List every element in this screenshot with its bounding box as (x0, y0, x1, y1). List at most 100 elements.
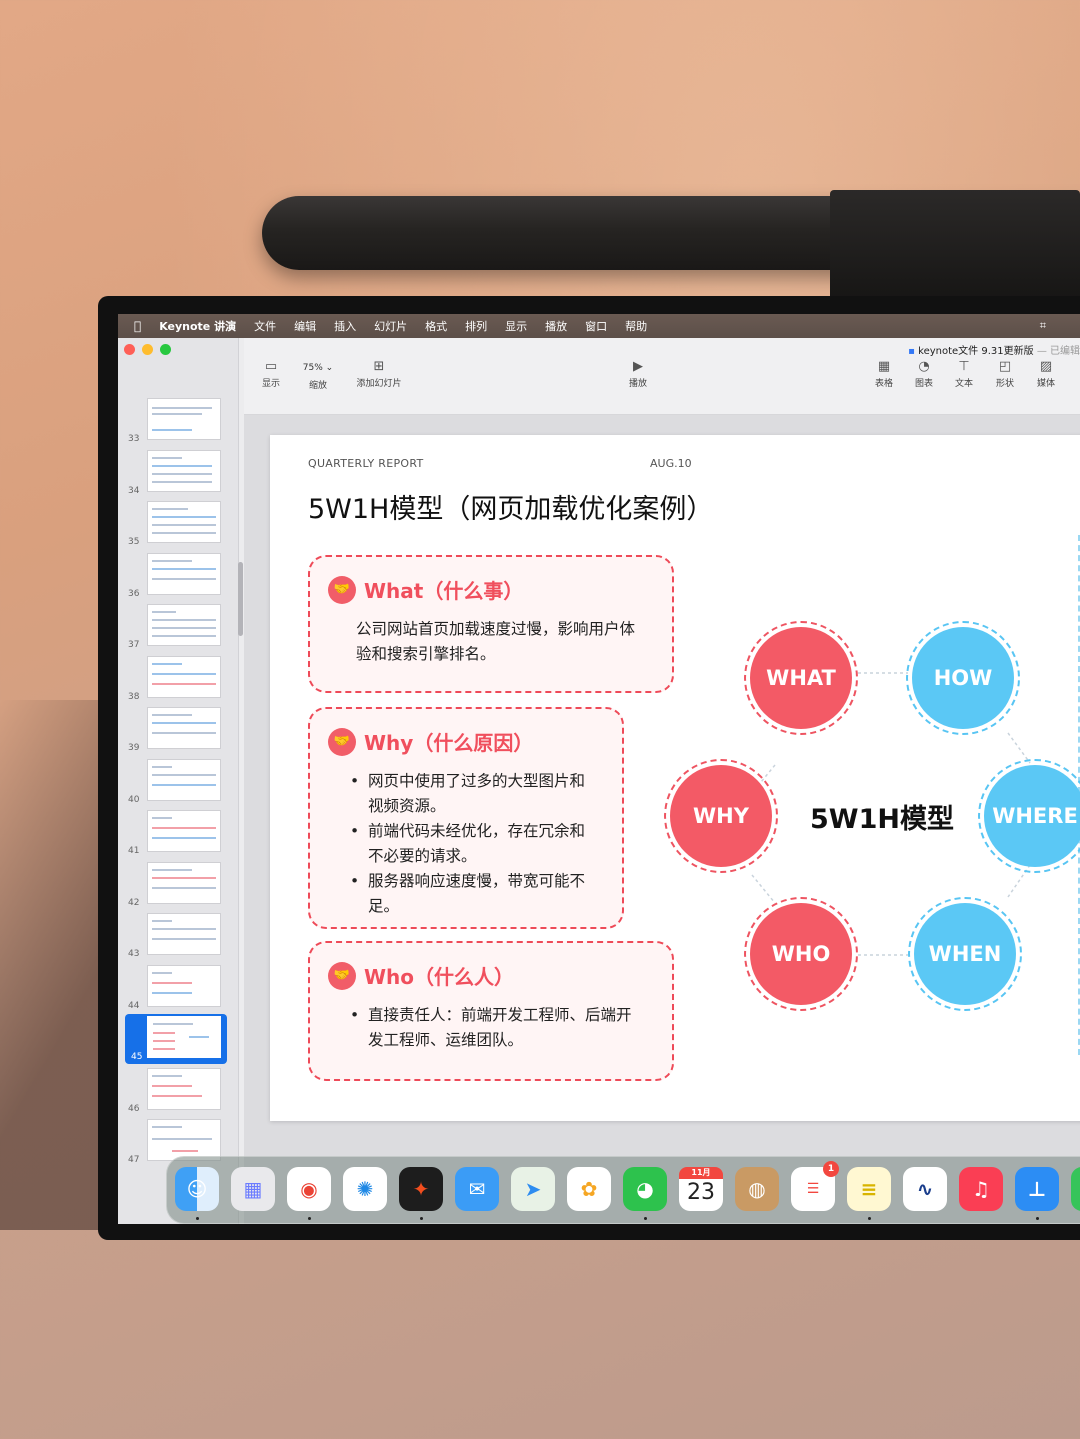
sidebar-icon: ▭ (264, 359, 278, 374)
zoom-select[interactable]: 75% ⌄ (296, 360, 340, 376)
calendar-icon[interactable]: 11月 23 (679, 1167, 723, 1211)
slide-thumb-44[interactable]: 44 (118, 963, 238, 1013)
shape-button[interactable]: ◰ 形状 (985, 358, 1025, 389)
slide-thumb-45[interactable]: 45 (125, 1014, 227, 1064)
reminders-icon[interactable]: ☰ 1 (791, 1161, 839, 1211)
slide-thumb-39[interactable]: 39 (118, 705, 238, 755)
menu-file[interactable]: 文件 (254, 318, 276, 334)
document-title: ▪ keynote文件 9.31更新版 — 已编辑 (908, 342, 1080, 357)
slide-thumbnail (147, 450, 221, 492)
menu-app-name[interactable]: Keynote 讲演 (159, 318, 236, 334)
figma-status-icon[interactable]: ⌗ (1040, 319, 1046, 333)
slide-number: 47 (128, 1155, 140, 1165)
slide-thumb-41[interactable]: 41 (118, 808, 238, 858)
minimize-window-button[interactable] (142, 344, 153, 355)
photos-icon[interactable]: ✿ (567, 1167, 611, 1211)
who-node: WHO (750, 903, 852, 1005)
running-indicator (868, 1217, 871, 1220)
chart-button[interactable]: ◔ 图表 (904, 358, 944, 389)
when-node: WHEN (914, 903, 1016, 1005)
slide-thumb-46[interactable]: 46 (118, 1066, 238, 1116)
document-status: — 已编辑 (1036, 346, 1080, 357)
view-button[interactable]: ▭ 显示 (254, 358, 288, 389)
contacts-icon[interactable]: ◍ (735, 1167, 779, 1211)
finder-icon[interactable]: ☺ (175, 1167, 219, 1211)
menu-edit[interactable]: 编辑 (294, 318, 316, 334)
slide-thumb-35[interactable]: 35 (118, 499, 238, 549)
freeform-icon[interactable]: ∿ (903, 1167, 947, 1211)
slide-thumbnail (147, 913, 221, 955)
table-label: 表格 (874, 379, 893, 389)
why-node: WHY (670, 765, 772, 867)
zoom-label: 缩放 (308, 381, 327, 391)
wechat-icon[interactable]: ◕ (623, 1167, 667, 1211)
slide-thumbnail (147, 1068, 221, 1110)
menu-help[interactable]: 帮助 (625, 318, 647, 334)
menu-arrange[interactable]: 排列 (465, 318, 487, 334)
keynote-icon[interactable]: ⊥ (1015, 1167, 1059, 1211)
current-slide[interactable]: QUARTERLY REPORT AUG.10 5W1H模型（网页加载优化案例）… (270, 435, 1080, 1121)
slide-number: 37 (128, 640, 140, 650)
slide-thumb-43[interactable]: 43 (118, 911, 238, 961)
add-slide-label: 添加幻灯片 (356, 379, 402, 389)
text-button[interactable]: ⊤ 文本 (944, 358, 984, 389)
chrome-icon[interactable]: ◉ (287, 1167, 331, 1211)
slide-thumb-37[interactable]: 37 (118, 602, 238, 652)
close-window-button[interactable] (124, 344, 135, 355)
document-name: keynote文件 9.31更新版 (918, 346, 1034, 357)
music-icon[interactable]: ♫ (959, 1167, 1003, 1211)
running-indicator (196, 1217, 199, 1220)
media-icon: ▨ (1039, 359, 1053, 374)
apple-icon[interactable]:  (134, 319, 141, 333)
menu-format[interactable]: 格式 (425, 318, 447, 334)
slide-thumb-33[interactable]: 33 (118, 396, 238, 446)
how-node: HOW (912, 627, 1014, 729)
document-icon: ▪ (908, 346, 915, 357)
menu-view[interactable]: 显示 (505, 318, 527, 334)
slide-number: 40 (128, 795, 140, 805)
launchpad-icon[interactable]: ▦ (231, 1167, 275, 1211)
slide-number: 45 (131, 1052, 143, 1062)
notes-icon[interactable]: ≡ (847, 1167, 891, 1211)
media-label: 媒体 (1036, 379, 1055, 389)
what-node: WHAT (750, 627, 852, 729)
toolbar: ▭ 显示 75% ⌄ 缩放 ⊞ 添加幻灯片 ▶ 播放 ▪ keynote文件 9… (244, 338, 1080, 415)
play-button[interactable]: ▶ 播放 (620, 358, 656, 389)
slide-number: 33 (128, 434, 140, 444)
media-button[interactable]: ▨ 媒体 (1026, 358, 1066, 389)
slide-thumb-36[interactable]: 36 (118, 551, 238, 601)
slide-navigator: 33 34 35 36 37 38 39 40 41 42 43 44 45 4… (118, 338, 239, 1224)
chart-label: 图表 (914, 379, 933, 389)
running-indicator (1036, 1217, 1039, 1220)
slide-thumb-40[interactable]: 40 (118, 757, 238, 807)
dock: ☺ ▦ ◉ ✺ ✦ ✉ ➤ ✿ ◕ 11月 23 ◍ ☰ 1 ≡ ∿ ♫ ⊥ (166, 1156, 1080, 1224)
slide-thumbnail (147, 810, 221, 852)
running-indicator (420, 1217, 423, 1220)
slide-thumbnail (147, 1119, 221, 1161)
menu-slide[interactable]: 幻灯片 (374, 318, 407, 334)
running-indicator (308, 1217, 311, 1220)
keynote-window: 33 34 35 36 37 38 39 40 41 42 43 44 45 4… (118, 338, 1080, 1224)
where-node: WHERE (984, 765, 1080, 867)
menu-play[interactable]: 播放 (545, 318, 567, 334)
facetime-icon[interactable] (1071, 1167, 1080, 1211)
sidebar-scrollbar[interactable] (238, 562, 243, 636)
reminders-badge: 1 (823, 1161, 839, 1177)
slide-thumb-38[interactable]: 38 (118, 654, 238, 704)
safari-icon[interactable]: ✺ (343, 1167, 387, 1211)
slide-thumb-42[interactable]: 42 (118, 860, 238, 910)
table-button[interactable]: ▦ 表格 (864, 358, 904, 389)
menu-insert[interactable]: 插入 (334, 318, 356, 334)
running-indicator (644, 1217, 647, 1220)
menu-window[interactable]: 窗口 (585, 318, 607, 334)
slide-thumbnail (147, 553, 221, 595)
zoom-window-button[interactable] (160, 344, 171, 355)
add-slide-button[interactable]: ⊞ 添加幻灯片 (344, 358, 414, 389)
slide-number: 39 (128, 743, 140, 753)
slide-thumb-34[interactable]: 34 (118, 448, 238, 498)
maps-icon[interactable]: ➤ (511, 1167, 555, 1211)
play-icon: ▶ (633, 359, 643, 374)
figma-icon[interactable]: ✦ (399, 1167, 443, 1211)
slide-number: 38 (128, 692, 140, 702)
mail-icon[interactable]: ✉ (455, 1167, 499, 1211)
